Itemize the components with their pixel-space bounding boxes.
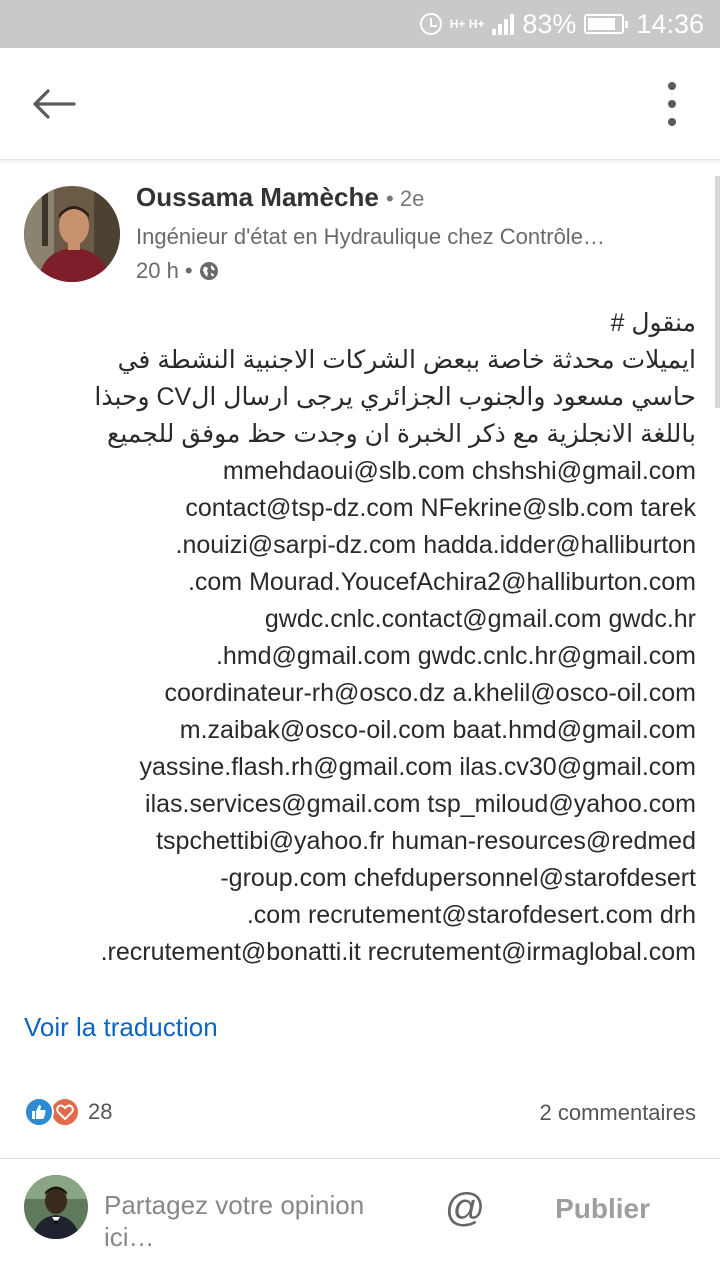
- network-type: H+ H+: [449, 17, 485, 31]
- user-avatar[interactable]: [24, 1175, 88, 1239]
- scrollbar[interactable]: [715, 176, 720, 408]
- reaction-count: 28: [88, 1099, 113, 1124]
- author-name-text[interactable]: Oussama Mamèche: [136, 182, 379, 212]
- back-button[interactable]: [28, 78, 80, 130]
- post-line: منقول #: [610, 309, 696, 337]
- top-app-bar: [0, 48, 720, 160]
- publish-button[interactable]: Publier: [555, 1193, 650, 1225]
- author-headline: Ingénieur d'état en Hydraulique chez Con…: [136, 224, 605, 249]
- alarm-icon: [419, 13, 442, 35]
- mention-button[interactable]: @: [442, 1185, 488, 1231]
- post-line: ايميلات محدثة خاصة ببعض الشركات الاجنبية…: [117, 346, 696, 374]
- post-line: coordinateur-rh@osco.dz a.khelil@osco-oi…: [164, 679, 696, 707]
- post-line: .com recrutement@starofdesert.com drh: [246, 901, 696, 929]
- post-body: منقول # ايميلات محدثة خاصة ببعض الشركات …: [16, 305, 696, 971]
- connection-degree: • 2e: [386, 186, 425, 211]
- at-sign-icon: @: [444, 1185, 486, 1230]
- heart-icon: [50, 1097, 80, 1127]
- status-bar: H+ H+ 83% 14:36: [0, 0, 720, 48]
- author-avatar[interactable]: [24, 186, 120, 282]
- globe-icon: [199, 262, 218, 280]
- post-line: mmehdaoui@slb.com chshshi@gmail.com: [222, 457, 696, 485]
- battery-level: [588, 18, 615, 30]
- post-line: ilas.services@gmail.com tsp_miloud@yahoo…: [145, 790, 696, 818]
- post-line: gwdc.cnlc.contact@gmail.com gwdc.hr: [264, 605, 696, 633]
- signal-icon: [492, 13, 515, 35]
- post-line: yassine.flash.rh@gmail.com ilas.cv30@gma…: [139, 753, 697, 781]
- post-line: tspchettibi@yahoo.fr human-resources@red…: [156, 827, 696, 855]
- clock: 14:36: [636, 8, 704, 39]
- post-line: باللغة الانجلزية مع ذكر الخبرة ان وجدت ح…: [107, 420, 696, 448]
- post-line: -group.com chefdupersonnel@starofdesert: [220, 864, 696, 892]
- post-line: حاسي مسعود والجنوب الجزائري يرجى ارسال ا…: [94, 383, 696, 411]
- post-time: 20 h •: [136, 258, 193, 283]
- comment-input[interactable]: Partagez votre opinion ici…: [104, 1189, 404, 1253]
- battery-icon: [584, 14, 629, 34]
- post-line: m.zaibak@osco-oil.com baat.hmd@gmail.com: [179, 716, 696, 744]
- post-line: .com Mourad.YoucefAchira2@halliburton.co…: [187, 568, 696, 596]
- see-translation-link[interactable]: Voir la traduction: [24, 1012, 218, 1043]
- reactions-summary[interactable]: 28: [24, 1097, 112, 1127]
- comment-composer: Partagez votre opinion ici… @ Publier: [0, 1158, 720, 1280]
- comments-count-link[interactable]: 2 commentaires: [539, 1100, 696, 1126]
- battery-percent: 83%: [522, 8, 577, 39]
- more-vertical-icon: [668, 82, 676, 90]
- status-indicators: H+ H+ 83% 14:36: [419, 0, 704, 48]
- thumbs-up-icon: [24, 1097, 54, 1127]
- post-line: .recrutement@bonatti.it recrutement@irma…: [100, 938, 696, 966]
- post-line: .nouizi@sarpi-dz.com hadda.idder@hallibu…: [175, 531, 696, 559]
- post-meta: 20 h •: [136, 258, 219, 284]
- arrow-left-icon: [33, 89, 76, 119]
- author-name[interactable]: Oussama Mamèche • 2e: [136, 182, 424, 213]
- post-line: .hmd@gmail.com gwdc.cnlc.hr@gmail.com: [215, 642, 696, 670]
- post-line: contact@tsp-dz.com NFekrine@slb.com tare…: [185, 494, 696, 522]
- more-options-button[interactable]: [660, 76, 684, 132]
